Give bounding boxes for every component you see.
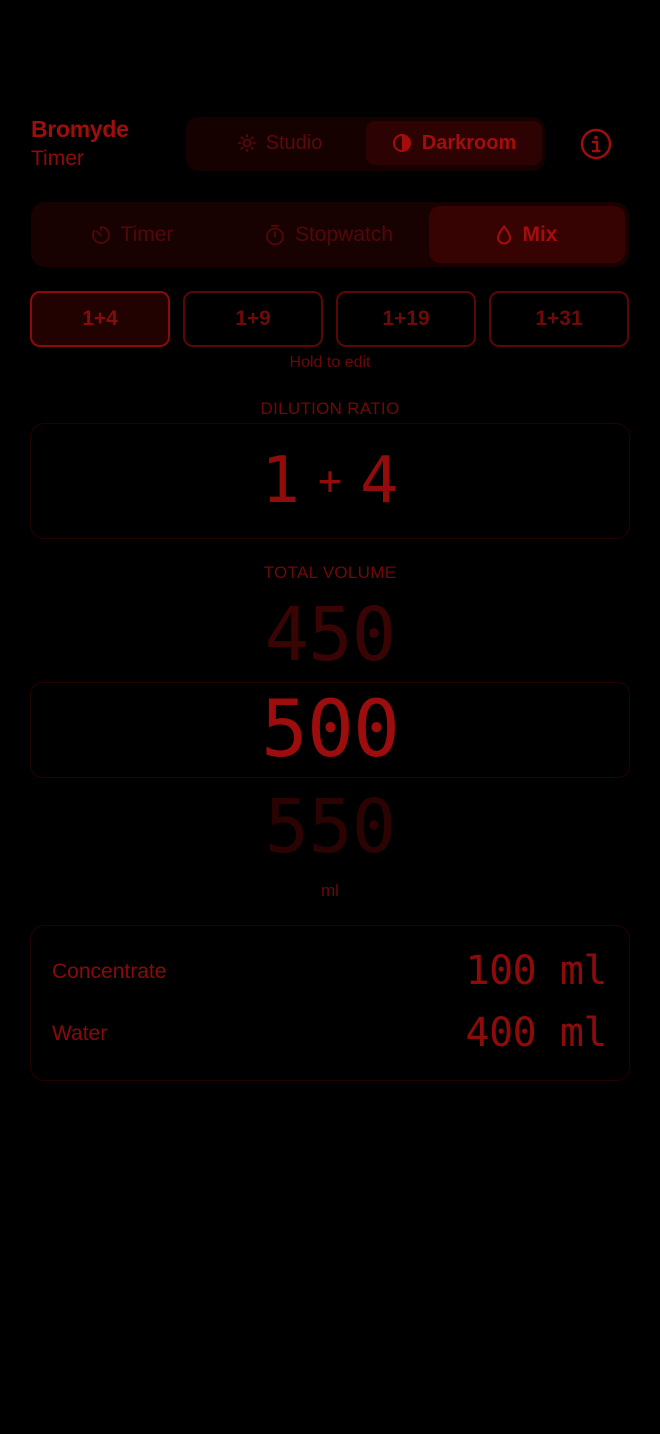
tab-mix[interactable]: Mix [429, 206, 625, 263]
app-title: Bromyde [31, 116, 129, 142]
sun-icon [237, 134, 256, 152]
ratio-water-part: 4 [360, 444, 399, 518]
volume-picker-previous[interactable]: 450 [0, 592, 660, 678]
contrast-icon [392, 133, 412, 153]
ratio-concentrate-part: 1 [261, 444, 300, 518]
tab-label: Stopwatch [294, 222, 394, 246]
volume-current-value: 500 [261, 685, 400, 775]
volume-picker-selected[interactable]: 500 [30, 682, 630, 778]
mode-option-studio[interactable]: Studio [194, 121, 366, 165]
info-icon[interactable] [580, 128, 612, 160]
preset-hint: Hold to edit [289, 354, 371, 371]
preset-button[interactable]: 1+9 [183, 291, 323, 347]
concentrate-value: 100 ml [465, 948, 608, 994]
timer-icon [91, 225, 111, 245]
concentrate-label: Concentrate [52, 960, 167, 983]
ratio-plus-sign: + [317, 458, 343, 504]
mode-option-darkroom[interactable]: Darkroom [366, 121, 542, 165]
stopwatch-icon [265, 224, 285, 246]
tab-label: Timer [120, 222, 174, 246]
tab-label: Mix [522, 222, 558, 246]
preset-button[interactable]: 1+4 [30, 291, 170, 347]
preset-button[interactable]: 1+31 [489, 291, 629, 347]
tab-timer[interactable]: Timer [35, 206, 229, 263]
volume-picker-next[interactable]: 550 [0, 784, 660, 870]
preset-button[interactable]: 1+19 [336, 291, 476, 347]
mix-result-card: Concentrate 100 ml Water 400 ml [30, 925, 630, 1081]
total-volume-label: TOTAL VOLUME [263, 563, 397, 582]
water-label: Water [52, 1022, 108, 1045]
mode-option-label: Darkroom [421, 131, 517, 154]
mode-switch: Studio Darkroom [186, 117, 545, 171]
dilution-ratio-display[interactable]: 1 + 4 [30, 423, 630, 539]
tab-bar: Timer Stopwatch Mix [31, 202, 629, 267]
mode-option-label: Studio [265, 131, 323, 154]
drop-icon [496, 224, 512, 245]
dilution-ratio-label: DILUTION RATIO [260, 399, 400, 418]
volume-unit: ml [321, 881, 339, 900]
app-subtitle: Timer [31, 147, 84, 170]
tab-stopwatch[interactable]: Stopwatch [231, 206, 427, 263]
water-value: 400 ml [465, 1010, 608, 1056]
